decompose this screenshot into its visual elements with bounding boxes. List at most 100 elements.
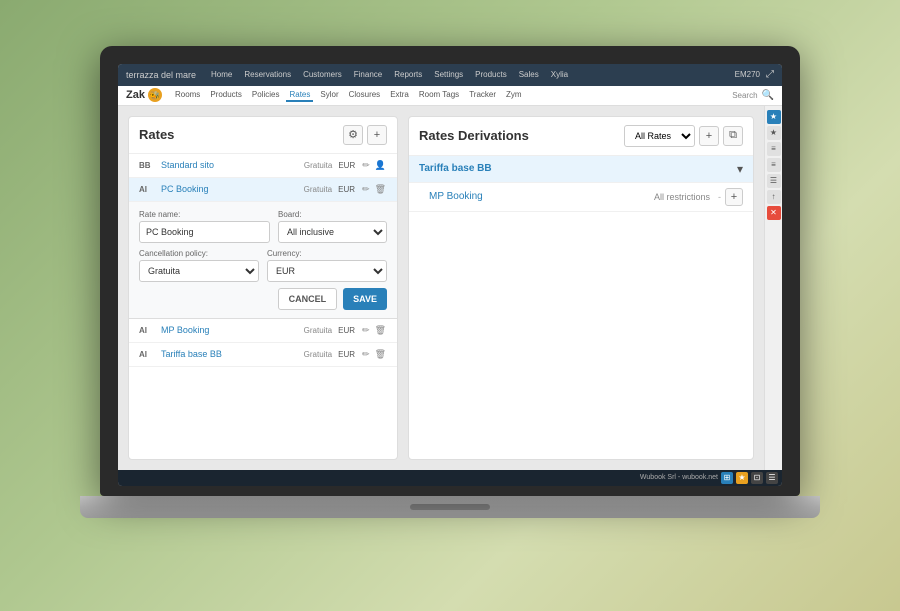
side-tool-menu[interactable]: ☰ [767, 174, 781, 188]
side-tool-star2[interactable]: ★ [767, 126, 781, 140]
search-icon[interactable]: 🔍 [762, 90, 774, 101]
rate-actions-tariffa: ✏ 🗑 [361, 348, 387, 361]
taskbar-icon-star[interactable]: ★ [736, 472, 748, 484]
laptop-notch [410, 504, 490, 510]
rate-delete-mp[interactable]: 🗑 [374, 324, 387, 337]
rate-edit-mp[interactable]: ✏ [361, 324, 371, 337]
taskbar-icon-box[interactable]: ⊡ [751, 472, 763, 484]
nav-customers[interactable]: Customers [300, 69, 345, 80]
nav-reports[interactable]: Reports [391, 69, 425, 80]
rate-currency-pc: EUR [338, 185, 355, 194]
rates-panel-title: Rates [139, 127, 174, 142]
screen: terrazza del mare Home Reservations Cust… [118, 64, 782, 486]
deriv-arrow-tariffa: ▾ [737, 162, 743, 176]
taskbar-icon-menu[interactable]: ☰ [766, 472, 778, 484]
expand-icon[interactable]: ⤢ [766, 69, 774, 80]
laptop: terrazza del mare Home Reservations Cust… [70, 46, 830, 566]
rate-name-pc-booking[interactable]: PC Booking [161, 184, 298, 194]
nav-sales[interactable]: Sales [516, 69, 542, 80]
rate-currency-mp: EUR [338, 326, 355, 335]
tab-sylor[interactable]: Sylor [317, 89, 341, 102]
currency-select[interactable]: EUR USD GBP [267, 260, 387, 282]
side-tool-list2[interactable]: ≡ [767, 158, 781, 172]
nav-settings[interactable]: Settings [431, 69, 466, 80]
tab-closures[interactable]: Closures [346, 89, 384, 102]
secondary-navbar: Zak 🐝 Rooms Products Policies Rates Sylo… [118, 86, 782, 106]
rate-policy-standard: Gratuita [304, 161, 332, 170]
tab-extra[interactable]: Extra [387, 89, 412, 102]
top-navbar: terrazza del mare Home Reservations Cust… [118, 64, 782, 86]
form-row-2: Cancellation policy: Gratuita Non rimbor… [139, 249, 387, 282]
screen-body: Rates ⚙ + BB Standard sito Gratuita EUR [118, 106, 782, 470]
rate-actions-standard: ✏ 👤 [361, 159, 387, 172]
rates-header-icons: ⚙ + [343, 125, 387, 145]
side-tool-star1[interactable]: ★ [767, 110, 781, 124]
deriv-item-tariffa-base[interactable]: Tariffa base BB ▾ [409, 156, 753, 183]
rate-tag-bb: BB [139, 161, 155, 170]
search-area: Search 🔍 [732, 90, 774, 101]
rate-delete-pc[interactable]: 🗑 [374, 183, 387, 196]
deriv-sub-info-mp: All restrictions [654, 192, 710, 202]
rate-name-tariffa-base[interactable]: Tariffa base BB [161, 349, 298, 359]
deriv-add-button[interactable]: + [699, 126, 719, 146]
rates-settings-button[interactable]: ⚙ [343, 125, 363, 145]
nav-reservations[interactable]: Reservations [241, 69, 294, 80]
laptop-base [80, 496, 820, 518]
taskbar-icon-grid[interactable]: ⊞ [721, 472, 733, 484]
form-group-currency: Currency: EUR USD GBP [267, 249, 387, 282]
cancellation-select[interactable]: Gratuita Non rimborsabile [139, 260, 259, 282]
main-content: Rates ⚙ + BB Standard sito Gratuita EUR [118, 106, 764, 470]
nav-home[interactable]: Home [208, 69, 235, 80]
derivations-header: Rates Derivations All Rates + ⧉ [409, 117, 753, 156]
side-tool-list1[interactable]: ≡ [767, 142, 781, 156]
rate-item-tariffa-base: AI Tariffa base BB Gratuita EUR ✏ 🗑 [129, 343, 397, 367]
nav-xylia[interactable]: Xylia [548, 69, 571, 80]
tab-policies[interactable]: Policies [249, 89, 283, 102]
tab-tracker[interactable]: Tracker [466, 89, 499, 102]
rate-delete-tariffa[interactable]: 🗑 [374, 348, 387, 361]
rate-name-input[interactable] [139, 221, 270, 243]
rate-actions-pc: ✏ 🗑 [361, 183, 387, 196]
rate-user-standard[interactable]: 👤 [374, 159, 387, 172]
rate-tag-ai-pc: AI [139, 185, 155, 194]
brand-name: terrazza del mare [126, 70, 196, 80]
side-tool-up[interactable]: ↑ [767, 190, 781, 204]
cancel-button[interactable]: CANCEL [278, 288, 338, 310]
user-id: EM270 [735, 70, 760, 79]
rate-policy-pc: Gratuita [304, 185, 332, 194]
nav-products[interactable]: Products [472, 69, 510, 80]
board-label: Board: [278, 210, 387, 219]
nav-finance[interactable]: Finance [351, 69, 385, 80]
all-rates-select[interactable]: All Rates [624, 125, 695, 147]
form-row-1: Rate name: Board: All inclusive Bed & Br… [139, 210, 387, 243]
rate-edit-tariffa[interactable]: ✏ [361, 348, 371, 361]
logo-text: Zak [126, 89, 145, 101]
tab-zym[interactable]: Zym [503, 89, 525, 102]
derivations-controls: All Rates + ⧉ [624, 125, 743, 147]
rate-policy-mp: Gratuita [304, 326, 332, 335]
derivations-title: Rates Derivations [419, 128, 529, 143]
rate-item-mp-booking: AI MP Booking Gratuita EUR ✏ 🗑 [129, 319, 397, 343]
taskbar-text: Wubook Srl - wubook.net [640, 474, 718, 481]
tab-rates[interactable]: Rates [286, 89, 313, 102]
secondary-nav: Rooms Products Policies Rates Sylor Clos… [172, 89, 732, 102]
side-tool-x[interactable]: ✕ [767, 206, 781, 220]
tab-products[interactable]: Products [207, 89, 245, 102]
deriv-sub-name-mp[interactable]: MP Booking [429, 191, 654, 202]
rate-tag-ai-mp: AI [139, 326, 155, 335]
deriv-copy-button[interactable]: ⧉ [723, 126, 743, 146]
search-label: Search [732, 91, 757, 100]
deriv-sub-add-mp[interactable]: + [725, 188, 743, 206]
derivations-panel: Rates Derivations All Rates + ⧉ [408, 116, 754, 460]
form-group-cancellation: Cancellation policy: Gratuita Non rimbor… [139, 249, 259, 282]
rates-add-button[interactable]: + [367, 125, 387, 145]
save-button[interactable]: SAVE [343, 288, 387, 310]
board-select[interactable]: All inclusive Bed & Breakfast Half Board [278, 221, 387, 243]
rate-name-mp-booking[interactable]: MP Booking [161, 325, 298, 335]
deriv-sub-mp-booking: MP Booking All restrictions - + [409, 183, 753, 212]
rate-edit-pc[interactable]: ✏ [361, 183, 371, 196]
rate-name-standard-sito[interactable]: Standard sito [161, 160, 298, 170]
tab-rooms[interactable]: Rooms [172, 89, 203, 102]
rate-edit-standard[interactable]: ✏ [361, 159, 371, 172]
tab-room-tags[interactable]: Room Tags [416, 89, 462, 102]
